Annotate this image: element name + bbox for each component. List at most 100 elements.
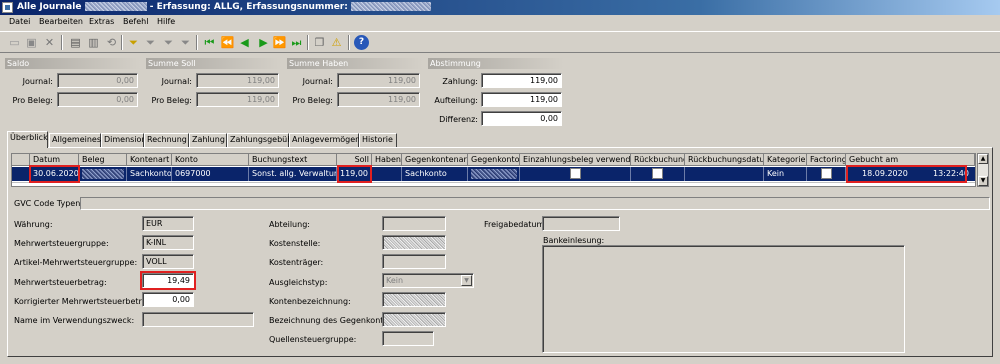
tab-allgemeines[interactable]: Allgemeines [49, 133, 101, 147]
haben-beleg-field[interactable]: 119,00 [337, 92, 420, 107]
menu-bearbeiten[interactable]: Bearbeiten [39, 17, 83, 26]
chevron-down-icon[interactable]: ▼ [461, 275, 472, 286]
filter-selection-icon[interactable]: ⏷ [143, 35, 158, 50]
tab-ueberblick[interactable]: Überblick [7, 131, 48, 148]
print-icon[interactable]: ▤ [68, 35, 83, 50]
verwendungszweck-field[interactable] [142, 312, 254, 327]
prev-record-icon[interactable]: ◀ [237, 35, 252, 50]
rueckbuchung-checkbox[interactable] [652, 168, 663, 179]
soll-beleg-field[interactable]: 119,00 [196, 92, 279, 107]
differenz-label: Differenz: [439, 115, 478, 124]
bankeinlesung-field[interactable] [542, 245, 905, 353]
gegenkonto-bez-field[interactable] [382, 312, 446, 327]
highlight-mwst-betrag [140, 271, 196, 290]
row-selector-header [12, 154, 30, 166]
column-header-factoring[interactable]: Factoring [807, 154, 846, 166]
abstimmung-group-title: Abstimmung [428, 58, 564, 69]
factoring-checkbox[interactable] [821, 168, 832, 179]
cell-buchungstext[interactable]: Sonst. allg. Verwaltung [249, 167, 337, 181]
tab-zahlung[interactable]: Zahlung [189, 133, 227, 147]
cell-konto[interactable]: 0697000 [172, 167, 249, 181]
column-header-gegenkontenart[interactable]: Gegenkontenart [402, 154, 468, 166]
column-header-kategorie[interactable]: Kategorie [764, 154, 807, 166]
menu-hilfe[interactable]: Hilfe [157, 17, 175, 26]
cell-rueckbuchungsdatum[interactable] [685, 167, 764, 181]
kontenbezeichnung-field[interactable] [382, 292, 446, 307]
column-header-konto[interactable]: Konto [172, 154, 249, 166]
korr-mwst-field[interactable]: 0,00 [142, 292, 194, 307]
copy-icon[interactable]: ❐ [312, 35, 327, 50]
mwst-betrag-label: Mehrwertsteuerbetrag: [14, 278, 107, 287]
tab-anlagevermoegen[interactable]: Anlagevermögen [289, 133, 360, 147]
cell-kategorie[interactable]: Kein [764, 167, 807, 181]
refresh-icon[interactable]: ⟲ [104, 35, 119, 50]
cell-haben[interactable] [372, 167, 402, 181]
menu-befehl[interactable]: Befehl [123, 17, 148, 26]
aufteilung-label: Aufteilung: [434, 96, 478, 105]
print-preview-icon[interactable]: ▥ [86, 35, 101, 50]
einzahlungsbeleg-checkbox[interactable] [570, 168, 581, 179]
column-header-beleg[interactable]: Beleg [79, 154, 127, 166]
save-icon[interactable]: ▣ [24, 35, 39, 50]
menu-extras[interactable]: Extras [89, 17, 114, 26]
kostentraeger-field[interactable] [382, 254, 446, 269]
cell-kontenart[interactable]: Sachkonto [127, 167, 172, 181]
kontenbezeichnung-label: Kontenbezeichnung: [269, 297, 351, 306]
differenz-field[interactable]: 0,00 [481, 111, 562, 126]
toolbar-separator [307, 35, 309, 50]
highlight-gebucht-am [846, 165, 967, 183]
ausgleichstyp-select[interactable]: Kein ▼ [382, 273, 474, 288]
artikel-mwst-field[interactable]: VOLL [142, 254, 194, 269]
column-header-einzahlungsbeleg[interactable]: Einzahlungsbeleg verwenden [520, 154, 631, 166]
window-title-prefix: Alle Journale [17, 2, 82, 12]
cell-gegenkonto[interactable] [468, 167, 520, 181]
soll-journal-field[interactable]: 119,00 [196, 73, 279, 88]
prev-page-icon[interactable]: ⏪ [220, 35, 235, 50]
waehrung-field[interactable]: EUR [142, 216, 194, 231]
quellensteuer-field[interactable] [382, 331, 434, 346]
redacted-area [82, 168, 124, 179]
abteilung-field[interactable] [382, 216, 446, 231]
scroll-up-icon[interactable]: ▲ [978, 154, 988, 164]
saldo-beleg-field[interactable]: 0,00 [57, 92, 138, 107]
redacted-area [471, 168, 517, 179]
help-icon[interactable]: ? [354, 35, 369, 50]
haben-journal-field[interactable]: 119,00 [337, 73, 420, 88]
tab-historie[interactable]: Historie [359, 133, 397, 147]
column-header-haben[interactable]: Haben [372, 154, 402, 166]
column-header-kontenart[interactable]: Kontenart [127, 154, 172, 166]
kostenstelle-field[interactable] [382, 235, 446, 250]
tab-dimension[interactable]: Dimension [101, 133, 147, 147]
next-record-icon[interactable]: ▶ [256, 35, 271, 50]
column-header-rueckbuchung[interactable]: Rückbuchung [631, 154, 685, 166]
cell-gegenkontenart[interactable]: Sachkonto [402, 167, 468, 181]
delete-icon[interactable]: ✕ [42, 35, 57, 50]
remove-filter-icon[interactable]: ⏷ [178, 35, 193, 50]
mwst-gruppe-field[interactable]: K-INL [142, 235, 194, 250]
grid-scrollbar[interactable]: ▲ ▼ [977, 153, 989, 187]
gvc-field[interactable] [80, 197, 990, 210]
freigabedatum-field[interactable] [542, 216, 620, 231]
last-record-icon[interactable]: ⏭ [289, 35, 304, 50]
filter-icon[interactable]: ⏷ [126, 35, 141, 50]
korr-mwst-label: Korrigierter Mehrwertsteuerbetrag: [14, 297, 155, 306]
saldo-journal-field[interactable]: 0,00 [57, 73, 138, 88]
zahlung-field[interactable]: 119,00 [481, 73, 562, 88]
filter-advanced-icon[interactable]: ⏷ [161, 35, 176, 50]
scroll-down-icon[interactable]: ▼ [978, 176, 988, 186]
menu-datei[interactable]: Datei [9, 17, 30, 26]
column-header-rueckbuchungsdatum[interactable]: Rückbuchungsdatum [685, 154, 764, 166]
aufteilung-field[interactable]: 119,00 [481, 92, 562, 107]
next-page-icon[interactable]: ⏩ [272, 35, 287, 50]
first-record-icon[interactable]: ⏮ [202, 35, 217, 50]
cell-beleg[interactable] [79, 167, 127, 181]
tab-zahlungsgebuehr[interactable]: Zahlungsgebühr [227, 133, 296, 147]
alert-icon[interactable]: ⚠ [329, 35, 344, 50]
toolbar-separator [61, 35, 63, 50]
tab-rechnung[interactable]: Rechnung [144, 133, 189, 147]
column-header-buchungstext[interactable]: Buchungstext [249, 154, 337, 166]
new-icon[interactable]: ▭ [7, 35, 22, 50]
journal-lines-grid[interactable]: Datum Beleg Kontenart Konto Buchungstext… [11, 153, 976, 187]
verwendungszweck-label: Name im Verwendungszweck: [14, 316, 135, 325]
column-header-gegenkonto[interactable]: Gegenkonto [468, 154, 520, 166]
